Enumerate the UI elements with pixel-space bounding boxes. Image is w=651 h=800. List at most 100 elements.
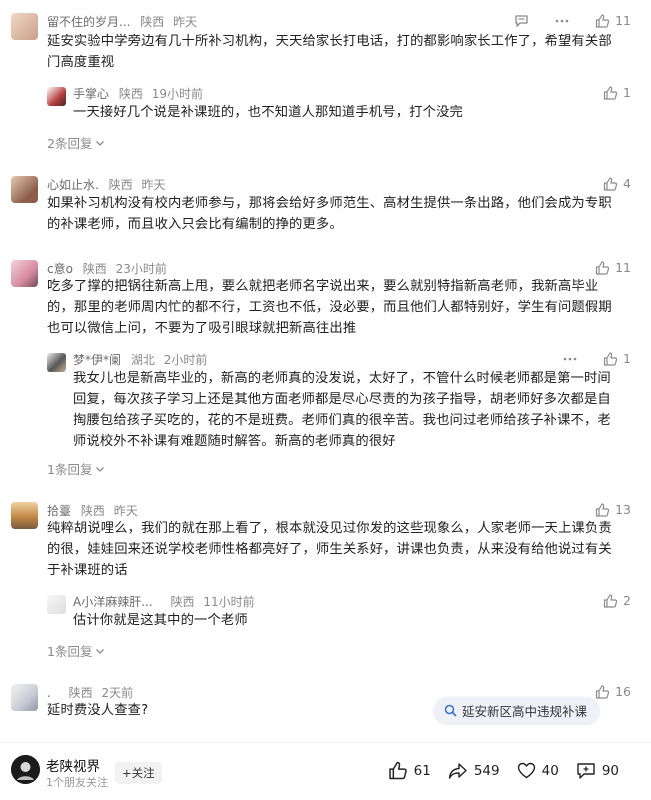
replier-region: 陕西 [118,87,143,101]
post-like-count: 61 [413,762,431,779]
thumbs-up-icon [595,13,610,28]
comment-reply-icon[interactable] [514,14,529,28]
replier-name[interactable]: A小洋麻辣肝... [73,595,153,609]
comment-add-icon [576,762,596,780]
comment-actions: 16 [595,684,631,699]
like-button[interactable]: 1 [603,85,631,100]
thumbs-up-icon [595,502,610,517]
more-replies-label: 1条回复 [47,462,93,477]
comment-text: 纯粹胡说哩么，我们的就在那上看了，根本就没见过你发的这些现象么，人家老师一天上课… [47,518,642,581]
author-followers: 1个朋友关注 [46,776,108,789]
replier-name[interactable]: 手掌心 [73,87,109,101]
more-replies-link[interactable]: 2条回复 [47,133,105,152]
chevron-down-icon [95,647,105,655]
thumbs-up-icon [388,761,408,780]
replier-name[interactable]: 梦*伊*阑 [73,353,121,367]
comment-text: 吃多了撑的把锅往新高上甩，要么就把老师名字说出来，要么就别特指新高老师，我新高毕… [47,276,637,339]
comment-line: 于补课班的话 [47,563,128,578]
reply-line: 掏腰包给孩子买吃的，花的不是班费。老师们真的很辛苦。我也问过老师给孩子补课不，老 [73,413,611,428]
like-button[interactable]: 4 [603,176,631,191]
search-icon [444,704,457,717]
comment-time: 昨天 [141,178,166,192]
more-dots-icon[interactable] [555,19,569,23]
bottom-action-bar: 老陕视界 1个朋友关注 +关注 61 549 40 90 [0,742,651,800]
search-suggestion-chip[interactable]: 延安新区高中违规补课 [434,697,600,723]
author-avatar[interactable] [11,755,40,784]
comment-time: 昨天 [113,504,138,518]
commenter-name[interactable]: 心如止水. [47,178,99,192]
like-button[interactable]: 11 [595,13,631,28]
reply-line: 一天接好几个说是补课班的，也不知道人那知道手机号，打个没完 [73,105,463,120]
avatar[interactable] [11,684,38,711]
avatar[interactable] [11,260,38,287]
comment-meta: 心如止水. 陕西 昨天 [47,176,166,193]
search-suggestion-label: 延安新区高中违规补课 [462,703,588,719]
thumbs-up-icon [603,593,618,608]
share-arrow-icon [448,762,468,780]
reply-meta: 梦*伊*阑 湖北 2小时前 [73,351,207,368]
chevron-down-icon [95,465,105,473]
replier-region: 湖北 [130,353,155,367]
reply-text: 我女儿也是新高毕业的，新高的老师真的没发说，太好了，不管什么时候老师都是第一时间… [73,368,643,452]
more-replies-link[interactable]: 1条回复 [47,641,105,660]
comment-actions: 11 [514,13,631,28]
author-name[interactable]: 老陕视界 [46,755,100,775]
thumbs-up-icon [603,351,618,366]
post-share-count: 549 [473,762,500,779]
like-count: 11 [615,13,631,28]
thumbs-up-icon [603,85,618,100]
reply-line: 回复，每次孩子学习上还是其他方面老师都是尽心尽责的为孩子指导，胡老师好多次都是自 [73,392,611,407]
reply-thread: 手掌心 陕西 19小时前 1 一天接好几个说是补课班的，也不知道人那知道手机号，… [40,82,635,124]
comment-line: 吃多了撑的把锅往新高上甩，要么就把老师名字说出来，要么就别特指新高老师，我新高毕… [47,279,599,294]
reply-time: 19小时前 [151,87,203,101]
reply-meta: A小洋麻辣肝... 陕西 11小时前 [73,593,255,610]
commenter-name[interactable]: 拾薹 [47,504,71,518]
comment-meta: 留不住的岁月... 陕西 昨天 [47,13,197,30]
avatar[interactable] [47,353,66,372]
more-dots-icon[interactable] [563,357,577,361]
reply-text: 一天接好几个说是补课班的，也不知道人那知道手机号，打个没完 [73,102,633,123]
like-button[interactable]: 1 [603,351,631,366]
comment-time: 昨天 [173,15,198,29]
commenter-name[interactable]: . [47,686,51,700]
more-replies-link[interactable]: 1条回复 [47,459,105,478]
comment-time: 2天前 [101,686,134,700]
avatar[interactable] [11,13,38,40]
post-share-button[interactable]: 549 [448,762,500,780]
chevron-down-icon [95,139,105,147]
like-button[interactable]: 16 [595,684,631,699]
follow-button[interactable]: +关注 [115,762,162,784]
like-count: 2 [623,593,631,608]
like-button[interactable]: 11 [595,260,631,275]
post-stats: 61 549 40 90 [388,761,619,780]
reply-thread: A小洋麻辣肝... 陕西 11小时前 2 估计你就是这其中的一个老师 [40,590,635,632]
post-comment-button[interactable]: 90 [576,762,619,780]
thumbs-up-icon [595,260,610,275]
heart-icon [517,762,536,779]
like-button[interactable]: 13 [595,502,631,517]
thumbs-up-icon [603,176,618,191]
reply-time: 11小时前 [203,595,255,609]
commenter-name[interactable]: 留不住的岁月... [47,15,130,29]
thumbs-up-icon [595,684,610,699]
comment-text: 如果补习机构没有校内老师参与，那将会给好多师范生、高材生提供一条出路，他们会成为… [47,193,637,235]
commenter-region: 陕西 [82,262,107,276]
comment-line: 延时费没人查查? [47,703,149,718]
avatar[interactable] [47,595,66,614]
reply-line: 师说校外不补课有难题随时解答。新高的老师真的很好 [73,434,396,449]
like-button[interactable]: 2 [603,593,631,608]
comment-line: 的很，娃娃回来还说学校老师性格都亮好了，师生关系好，讲课也负责，从来没有给他说过… [47,542,612,557]
avatar[interactable] [11,502,38,529]
more-replies-label: 2条回复 [47,136,93,151]
post-favorite-button[interactable]: 40 [517,762,559,779]
reply-actions: 2 [603,593,631,608]
comment-line: 纯粹胡说哩么，我们的就在那上看了，根本就没见过你发的这些现象么，人家老师一天上课… [47,521,612,536]
like-count: 11 [615,260,631,275]
comment-actions: 4 [603,176,631,191]
commenter-name[interactable]: c意o [47,262,73,276]
comment-line: 的补课老师，而且收入只会比有编制的挣的更多。 [47,217,343,232]
avatar[interactable] [47,87,66,106]
commenter-region: 陕西 [80,504,105,518]
post-like-button[interactable]: 61 [388,761,431,780]
avatar[interactable] [11,176,38,203]
